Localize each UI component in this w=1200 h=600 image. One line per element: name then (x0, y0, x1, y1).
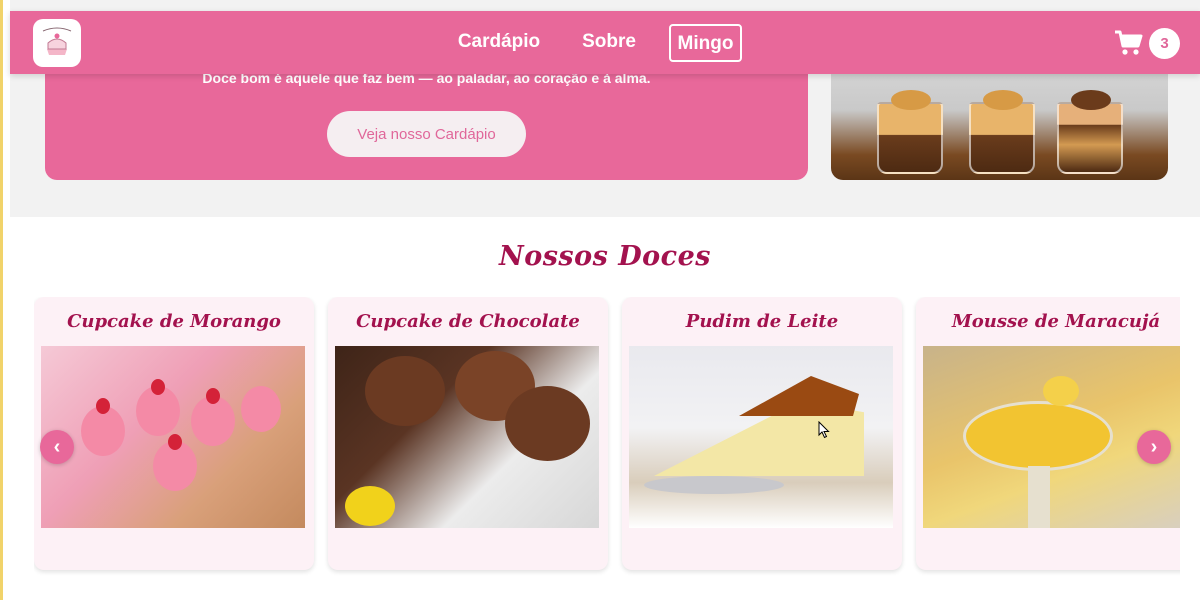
nav-link-mingo[interactable]: Mingo (669, 24, 742, 62)
section-title: Nossos Doces (499, 241, 711, 272)
products-section: Nossos Doces Cupcake de Morango Cupcake … (10, 217, 1200, 600)
product-card[interactable]: Cupcake de Chocolate (328, 297, 608, 570)
nav-link-cardapio[interactable]: Cardápio (451, 24, 547, 62)
cart-count-badge: 3 (1149, 28, 1180, 59)
carousel-next-button[interactable]: › (1137, 430, 1171, 464)
product-image (629, 346, 893, 528)
product-card[interactable]: Mousse de Maracujá (916, 297, 1180, 570)
product-name: Cupcake de Morango (67, 311, 281, 332)
mouse-cursor-icon (818, 421, 830, 439)
product-name: Mousse de Maracujá (951, 311, 1161, 332)
top-navbar: Cardápio Sobre Mingo 3 (10, 11, 1200, 74)
view-menu-button[interactable]: Veja nosso Cardápio (327, 111, 526, 157)
dessert-cup (877, 90, 943, 174)
product-image (41, 346, 305, 528)
carousel-prev-button[interactable]: ‹ (40, 430, 74, 464)
main-nav: Cardápio Sobre Mingo (10, 11, 1200, 74)
product-name: Pudim de Leite (685, 311, 839, 332)
nav-link-sobre[interactable]: Sobre (576, 24, 642, 62)
page-left-edge (0, 0, 10, 600)
shopping-cart-icon[interactable] (1113, 28, 1143, 58)
product-image (335, 346, 599, 528)
product-card[interactable]: Cupcake de Morango (34, 297, 314, 570)
product-card[interactable]: Pudim de Leite (622, 297, 902, 570)
dessert-cup (969, 90, 1035, 174)
dessert-cup (1057, 90, 1123, 174)
products-carousel: Cupcake de Morango Cupcake de Chocolate (34, 297, 1180, 577)
product-name: Cupcake de Chocolate (356, 311, 580, 332)
